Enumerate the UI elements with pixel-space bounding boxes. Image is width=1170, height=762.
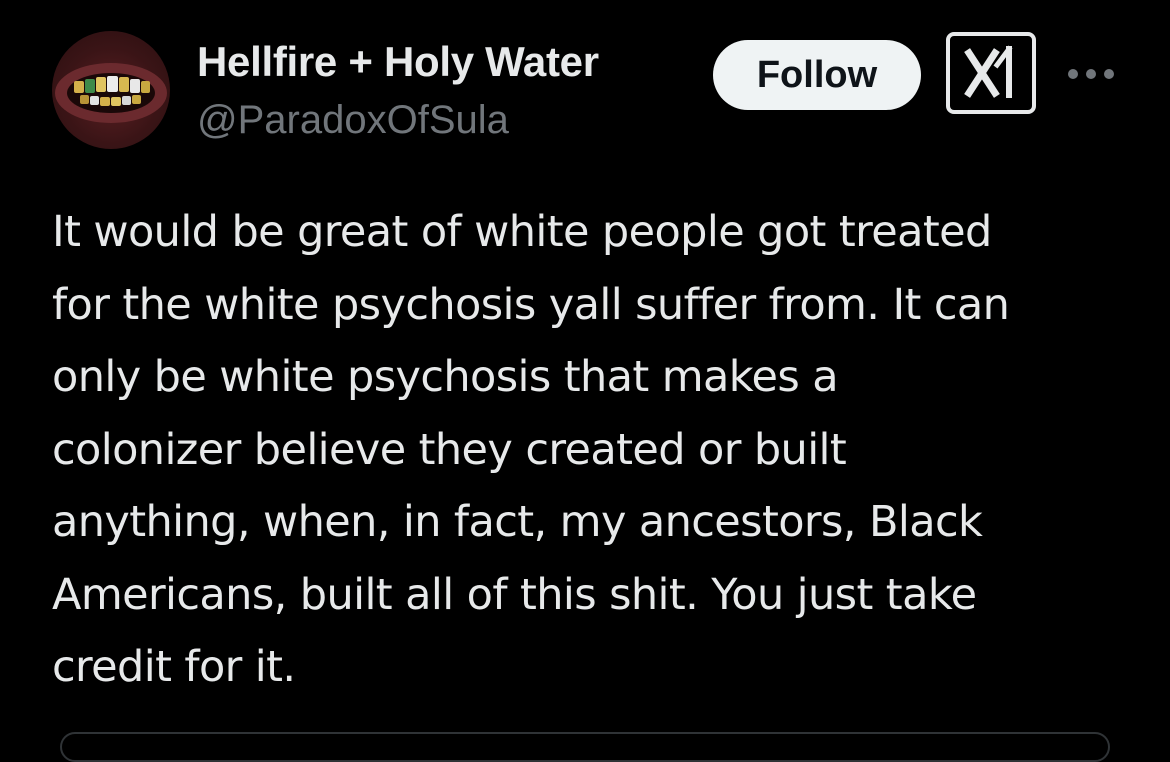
- post-text-line: for the white psychosis yall suffer from…: [52, 279, 1010, 330]
- post-header: Hellfire + Holy Water @ParadoxOfSula Fol…: [0, 0, 1170, 170]
- author-display-name[interactable]: Hellfire + Holy Water: [197, 38, 599, 86]
- author-handle[interactable]: @ParadoxOfSula: [197, 98, 509, 143]
- post-text: It would be great of white people got tr…: [52, 196, 1132, 704]
- grok-button[interactable]: [946, 32, 1036, 114]
- follow-button[interactable]: Follow: [713, 40, 921, 110]
- post-text-line: Americans, built all of this shit. You j…: [52, 569, 977, 620]
- post-text-line: credit for it.: [52, 642, 296, 692]
- post-text-line: only be white psychosis that makes a: [52, 352, 839, 402]
- avatar[interactable]: [52, 31, 170, 149]
- grok-icon: [964, 45, 1013, 98]
- embedded-card-edge[interactable]: [60, 732, 1110, 762]
- more-options-button[interactable]: [1066, 56, 1116, 92]
- gold-grills-mouth-icon: [55, 63, 167, 123]
- post-text-line: It would be great of white people got tr…: [52, 207, 992, 257]
- post-text-line: colonizer believe they created or built: [52, 424, 847, 475]
- post-text-line: anything, when, in fact, my ancestors, B…: [52, 497, 983, 547]
- more-horizontal-icon: [1068, 69, 1114, 79]
